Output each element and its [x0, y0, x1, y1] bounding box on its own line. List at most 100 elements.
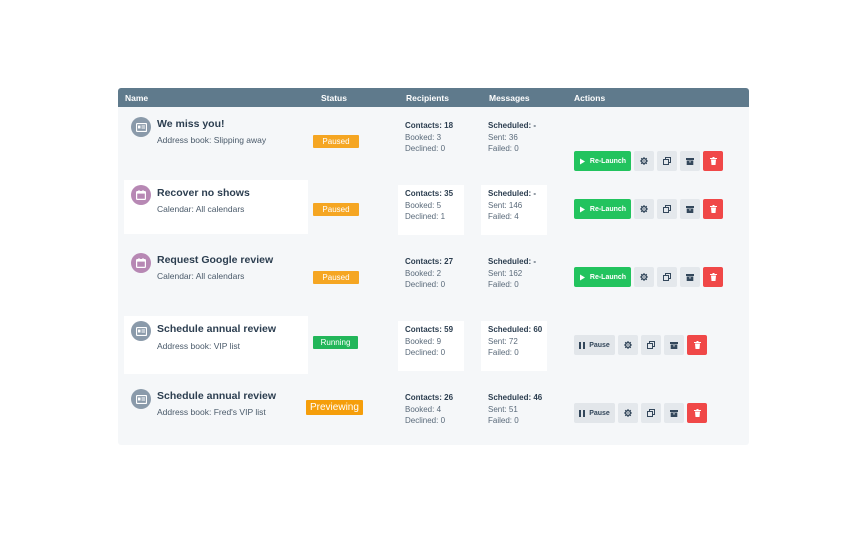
scheduled-count: Scheduled: - [488, 257, 537, 266]
archive-icon [670, 341, 678, 349]
contacts-count: Contacts: 27 [405, 257, 454, 266]
status-badge: Paused [313, 271, 359, 284]
gear-icon [624, 409, 632, 417]
column-header-name: Name [125, 93, 149, 103]
trash-icon [693, 341, 701, 349]
booked-count: Booked: 2 [405, 269, 442, 278]
messages-cell: Scheduled: - Sent: 146 Failed: 4 [481, 185, 547, 235]
archive-icon [686, 157, 694, 165]
messages-cell: Scheduled: 60 Sent: 72 Failed: 0 [481, 321, 547, 371]
delete-button[interactable] [703, 199, 723, 219]
archive-button[interactable] [664, 403, 684, 423]
trash-icon [709, 273, 717, 281]
sent-count: Sent: 162 [488, 269, 523, 278]
recipients-cell: Contacts: 26 Booked: 4 Declined: 0 [398, 389, 464, 439]
contacts-count: Contacts: 26 [405, 393, 454, 402]
archive-button[interactable] [664, 335, 684, 355]
archive-button[interactable] [680, 267, 700, 287]
archive-icon [686, 273, 694, 281]
duplicate-button[interactable] [657, 199, 677, 219]
failed-count: Failed: 0 [488, 348, 519, 357]
settings-button[interactable] [634, 267, 654, 287]
column-header-actions: Actions [574, 93, 606, 103]
delete-button[interactable] [703, 151, 723, 171]
declined-count: Declined: 0 [405, 416, 446, 425]
pause-icon [579, 409, 586, 417]
settings-button[interactable] [618, 335, 638, 355]
table-row: Recover no shows Calendar: All calendars… [118, 175, 749, 243]
status-badge: Paused [313, 203, 359, 216]
pause-label: Pause [589, 409, 610, 417]
campaign-name-cell[interactable]: Schedule annual review Address book: Fre… [126, 389, 302, 437]
trash-icon [693, 409, 701, 417]
duplicate-button[interactable] [657, 267, 677, 287]
relaunch-label: Re-Launch [589, 273, 627, 281]
table-header: Name Status Recipients Messages Actions [118, 88, 749, 107]
copy-icon [663, 157, 671, 165]
address-book-icon [131, 389, 151, 409]
gear-icon [624, 341, 632, 349]
archive-icon [686, 205, 694, 213]
messages-cell: Scheduled: - Sent: 162 Failed: 0 [481, 253, 547, 303]
delete-button[interactable] [687, 403, 707, 423]
sent-count: Sent: 146 [488, 201, 523, 210]
trash-icon [709, 205, 717, 213]
campaign-title: Schedule annual review [157, 323, 277, 335]
relaunch-button[interactable]: Re-Launch [574, 267, 631, 287]
settings-button[interactable] [634, 199, 654, 219]
campaign-source: Address book: Slipping away [157, 135, 267, 145]
duplicate-button[interactable] [641, 403, 661, 423]
gear-icon [640, 205, 648, 213]
campaign-name-cell[interactable]: Recover no shows Calendar: All calendars [124, 180, 308, 234]
duplicate-button[interactable] [641, 335, 661, 355]
pause-button[interactable]: Pause [574, 335, 615, 355]
booked-count: Booked: 4 [405, 405, 442, 414]
column-header-status: Status [321, 93, 347, 103]
archive-icon [670, 409, 678, 417]
contacts-count: Contacts: 18 [405, 121, 454, 130]
settings-button[interactable] [618, 403, 638, 423]
status-badge: Paused [313, 135, 359, 148]
recipients-cell: Contacts: 18 Booked: 3 Declined: 0 [398, 117, 464, 167]
sent-count: Sent: 72 [488, 337, 518, 346]
contacts-count: Contacts: 35 [405, 189, 454, 198]
scheduled-count: Scheduled: - [488, 121, 537, 130]
scheduled-count: Scheduled: 46 [488, 393, 543, 402]
campaign-title: Recover no shows [157, 187, 250, 199]
pause-button[interactable]: Pause [574, 403, 615, 423]
archive-button[interactable] [680, 199, 700, 219]
pause-label: Pause [589, 341, 610, 349]
failed-count: Failed: 0 [488, 280, 519, 289]
booked-count: Booked: 9 [405, 337, 442, 346]
copy-icon [647, 409, 655, 417]
campaign-name-cell[interactable]: Request Google review Calendar: All cale… [126, 253, 302, 301]
gear-icon [640, 157, 648, 165]
relaunch-button[interactable]: Re-Launch [574, 199, 631, 219]
calendar-icon [131, 253, 151, 273]
table-row: Schedule annual review Address book: Fre… [118, 379, 749, 445]
table-row: Request Google review Calendar: All cale… [118, 243, 749, 311]
campaign-title: We miss you! [157, 118, 225, 130]
relaunch-label: Re-Launch [589, 157, 627, 165]
address-book-icon [131, 321, 151, 341]
campaign-name-cell[interactable]: We miss you! Address book: Slipping away [126, 117, 302, 165]
table-row: Schedule annual review Address book: VIP… [118, 311, 749, 379]
delete-button[interactable] [703, 267, 723, 287]
relaunch-label: Re-Launch [589, 205, 627, 213]
settings-button[interactable] [634, 151, 654, 171]
duplicate-button[interactable] [657, 151, 677, 171]
delete-button[interactable] [687, 335, 707, 355]
copy-icon [647, 341, 655, 349]
archive-button[interactable] [680, 151, 700, 171]
campaign-name-cell[interactable]: Schedule annual review Address book: VIP… [124, 316, 308, 374]
relaunch-button[interactable]: Re-Launch [574, 151, 631, 171]
play-icon [579, 206, 585, 212]
messages-cell: Scheduled: 46 Sent: 51 Failed: 0 [481, 389, 547, 439]
trash-icon [709, 157, 717, 165]
declined-count: Declined: 0 [405, 144, 446, 153]
status-badge: Previewing [306, 400, 363, 415]
contacts-count: Contacts: 59 [405, 325, 454, 334]
sent-count: Sent: 36 [488, 133, 518, 142]
failed-count: Failed: 0 [488, 416, 519, 425]
campaign-source: Calendar: All calendars [157, 204, 245, 214]
